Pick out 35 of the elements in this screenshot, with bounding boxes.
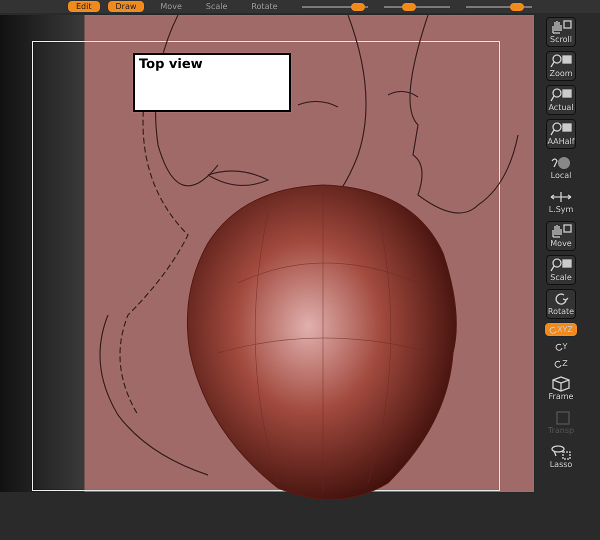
hand-icon	[550, 19, 572, 35]
symmetry-icon	[550, 189, 572, 205]
toolbar-button[interactable]: Move	[546, 221, 576, 251]
hand-icon	[550, 223, 572, 239]
magnifier-icon	[550, 87, 572, 103]
slider-thumb[interactable]	[510, 2, 524, 10]
slider-thumb[interactable]	[402, 2, 416, 10]
toolbar-button[interactable]: Rotate	[546, 289, 576, 319]
label-box: Top view	[133, 53, 291, 112]
mode-button[interactable]: Scale	[198, 1, 236, 12]
toolbar-button[interactable]: Scroll	[546, 17, 576, 47]
rotate-icon	[549, 326, 558, 334]
rotate-icon	[554, 360, 562, 368]
rotate-icon	[554, 342, 563, 350]
toolbar-button[interactable]: Scale	[546, 255, 576, 285]
mode-button[interactable]: Rotate	[243, 1, 286, 12]
magnifier-icon	[550, 257, 572, 273]
lasso-icon	[550, 444, 572, 460]
mode-button[interactable]: Draw	[108, 1, 144, 12]
axis-button[interactable]: Y	[550, 340, 572, 353]
magnifier-icon	[550, 53, 572, 69]
mode-button[interactable]: Move	[152, 1, 190, 12]
toolbar-button[interactable]: L.Sym	[546, 187, 576, 217]
toolbar-button[interactable]: Lasso	[546, 442, 576, 472]
toolbar-button[interactable]: Zoom	[546, 51, 576, 81]
magnifier-icon	[550, 121, 572, 137]
toolbar-button[interactable]: AAHalf	[546, 119, 576, 149]
slider-thumb[interactable]	[351, 2, 366, 10]
toolbar-button[interactable]: Actual	[546, 85, 576, 115]
toolbar-button[interactable]: Frame	[546, 374, 576, 404]
axis-button[interactable]: Z	[550, 357, 572, 370]
cube-icon	[550, 376, 572, 392]
toolbar-button[interactable]: Local	[546, 153, 576, 183]
mode-button[interactable]: Edit	[68, 1, 100, 12]
sphere-icon	[550, 155, 572, 171]
